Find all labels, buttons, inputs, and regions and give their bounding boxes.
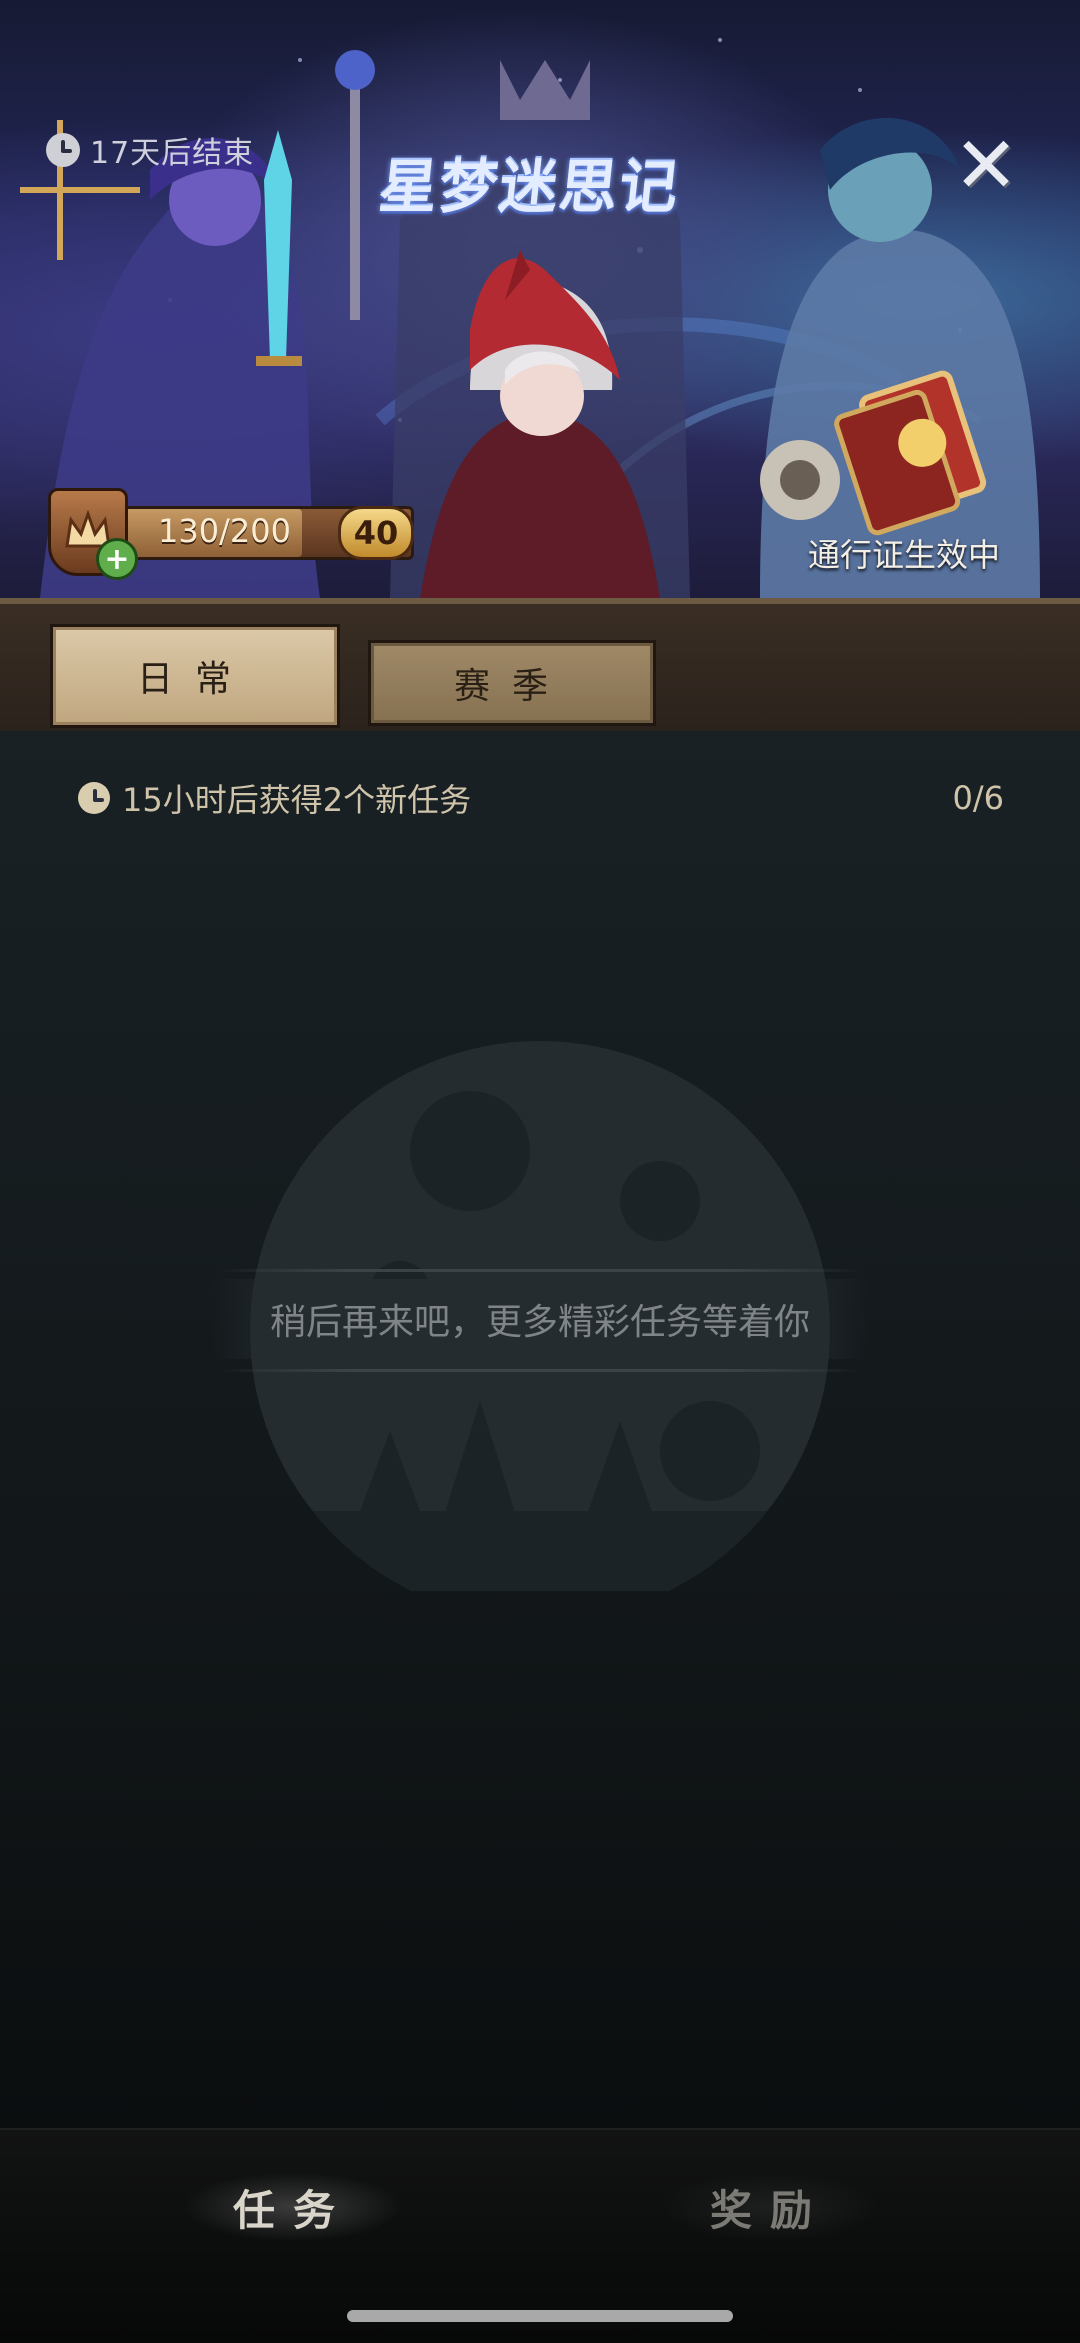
task-count: 0/6: [952, 779, 1005, 817]
tab-daily[interactable]: 日常: [50, 624, 340, 728]
pass-status-text[interactable]: 通行证生效中: [808, 530, 1000, 576]
task-content: 15小时后获得2个新任务 0/6 稍后再来吧，更多精彩任务等着你: [0, 731, 1080, 2131]
empty-state-message: 稍后再来吧，更多精彩任务等着你: [212, 1279, 868, 1359]
event-logo-title: 星梦迷思记: [375, 153, 684, 221]
home-indicator[interactable]: [347, 2310, 733, 2322]
clock-icon: [46, 133, 80, 167]
event-timer: 17天后结束: [46, 128, 254, 172]
tab-bar: 日常 赛季: [0, 598, 1080, 737]
pass-level[interactable]: 130/200 40 +: [48, 488, 418, 580]
nav-rewards[interactable]: 奖励: [660, 2172, 880, 2242]
event-banner: 17天后结束 星梦迷思记 ✕ 130/200 40 + 通行证生效中: [0, 0, 1080, 598]
close-x-icon: ✕: [953, 121, 1019, 211]
level-badge: 40: [338, 506, 414, 560]
task-refresh-row: 15小时后获得2个新任务 0/6: [78, 775, 1004, 821]
tab-season[interactable]: 赛季: [368, 640, 656, 726]
divider-bottom: [220, 1369, 860, 1372]
xp-text: 130/200: [158, 512, 291, 550]
event-timer-text: 17天后结束: [90, 136, 255, 171]
divider-top: [220, 1269, 860, 1272]
nav-tasks[interactable]: 任务: [183, 2172, 403, 2242]
clock-icon: [78, 782, 110, 814]
plus-icon[interactable]: +: [96, 538, 138, 580]
task-refresh-text: 15小时后获得2个新任务: [122, 781, 472, 819]
close-button[interactable]: ✕: [950, 121, 1022, 211]
